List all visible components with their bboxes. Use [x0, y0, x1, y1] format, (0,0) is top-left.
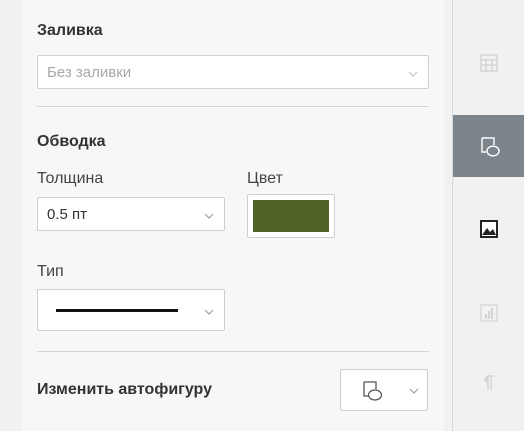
thickness-select-value: 0.5 пт [47, 206, 88, 223]
fill-select[interactable]: Без заливки [37, 55, 429, 89]
divider [37, 351, 429, 352]
change-autoshape-label: Изменить автофигуру [37, 381, 212, 398]
shape-settings-panel: Заливка Без заливки Обводка Толщина Цвет… [22, 0, 444, 431]
color-swatch [253, 200, 329, 232]
right-settings-toolbar [452, 0, 524, 431]
color-label: Цвет [247, 170, 283, 187]
image-icon [480, 220, 498, 238]
paragraph-icon [484, 375, 494, 390]
chart-settings-button[interactable] [453, 282, 524, 344]
chevron-down-icon [408, 71, 418, 77]
color-picker-button[interactable] [247, 194, 335, 238]
fill-label: Заливка [37, 22, 103, 39]
table-icon [480, 54, 498, 72]
stroke-label: Обводка [37, 133, 106, 150]
shape-settings-button[interactable] [453, 115, 524, 177]
image-settings-button[interactable] [453, 198, 524, 260]
thickness-select[interactable]: 0.5 пт [37, 197, 225, 231]
divider [37, 106, 429, 107]
line-type-label: Тип [37, 263, 64, 280]
chevron-down-icon [409, 388, 419, 394]
shape-icon [481, 137, 500, 157]
chevron-down-icon [204, 309, 214, 315]
chevron-down-icon [204, 213, 214, 219]
table-settings-button[interactable] [453, 32, 524, 94]
shape-icon [363, 381, 383, 401]
line-type-select[interactable] [37, 289, 225, 331]
change-autoshape-button[interactable] [340, 369, 428, 411]
line-style-preview [56, 309, 178, 312]
chart-icon [480, 304, 498, 322]
thickness-label: Толщина [37, 170, 104, 187]
fill-select-value: Без заливки [47, 64, 132, 81]
paragraph-settings-button[interactable] [453, 352, 524, 414]
